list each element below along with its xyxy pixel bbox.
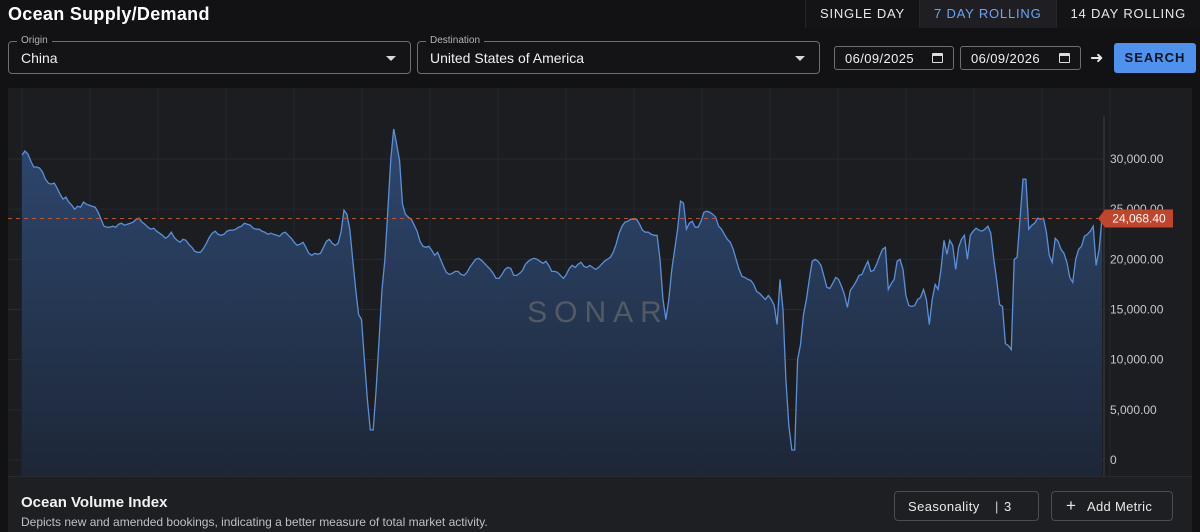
ocean-volume-chart[interactable]: SONAR 30,000.00 25,000.00 20,000.00 15,000.… bbox=[8, 88, 1192, 476]
start-date-input[interactable]: 06/09/2025 bbox=[834, 46, 954, 70]
y-tick-label: 10,000.00 bbox=[1110, 353, 1164, 367]
rolling-mode-tabs: SINGLE DAY 7 DAY ROLLING 14 DAY ROLLING bbox=[804, 0, 1200, 28]
start-date-value: 06/09/2025 bbox=[845, 51, 915, 66]
origin-select[interactable]: Origin China bbox=[8, 34, 411, 74]
y-tick-label: 15,000.00 bbox=[1110, 303, 1164, 317]
search-button[interactable]: SEARCH bbox=[1114, 43, 1196, 73]
y-tick-label: 5,000.00 bbox=[1110, 403, 1157, 417]
plus-icon: + bbox=[1066, 496, 1076, 515]
sonar-watermark: SONAR bbox=[527, 296, 669, 329]
destination-select[interactable]: Destination United States of America bbox=[417, 34, 820, 74]
y-tick-label: 30,000.00 bbox=[1110, 152, 1164, 166]
end-date-value: 06/09/2026 bbox=[971, 51, 1041, 66]
y-axis-ticks: 30,000.0025,000.0020,000.0015,000.0010,0… bbox=[1110, 152, 1164, 467]
header-bar: Ocean Supply/Demand SINGLE DAY 7 DAY ROL… bbox=[0, 0, 1200, 30]
metric-title: Ocean Volume Index bbox=[21, 494, 168, 511]
tab-7-day-rolling[interactable]: 7 DAY ROLLING bbox=[919, 0, 1056, 28]
page-title: Ocean Supply/Demand bbox=[8, 4, 210, 24]
origin-label: Origin bbox=[17, 34, 52, 48]
seasonality-value: 3 bbox=[1004, 499, 1012, 514]
chevron-down-icon bbox=[795, 56, 805, 61]
chart-svg[interactable]: SONAR 30,000.0025,000.0020,000.0015,000.… bbox=[8, 88, 1192, 476]
add-metric-label: Add Metric bbox=[1087, 499, 1153, 514]
tab-single-day[interactable]: SINGLE DAY bbox=[804, 0, 920, 28]
seasonality-label: Seasonality bbox=[908, 499, 980, 514]
tab-14-day-rolling[interactable]: 14 DAY ROLLING bbox=[1055, 0, 1200, 28]
calendar-icon[interactable] bbox=[1059, 53, 1070, 63]
current-value-label: 24,068.40 bbox=[1112, 212, 1166, 226]
seasonality-button[interactable]: Seasonality | 3 bbox=[894, 491, 1039, 521]
seasonality-separator: | bbox=[995, 499, 999, 514]
destination-value: United States of America bbox=[430, 50, 585, 66]
metric-card: Ocean Volume Index Depicts new and amend… bbox=[8, 476, 1192, 532]
origin-value: China bbox=[21, 50, 58, 66]
current-value-badge: 24,068.40 bbox=[1098, 209, 1173, 228]
arrow-right-icon: ➜ bbox=[1090, 50, 1104, 67]
y-tick-label: 20,000.00 bbox=[1110, 252, 1164, 266]
y-tick-label: 0 bbox=[1110, 453, 1117, 467]
end-date-input[interactable]: 06/09/2026 bbox=[960, 46, 1081, 70]
chevron-down-icon bbox=[386, 56, 396, 61]
destination-label: Destination bbox=[426, 34, 485, 48]
add-metric-button[interactable]: + Add Metric bbox=[1051, 491, 1173, 521]
calendar-icon[interactable] bbox=[932, 53, 943, 63]
metric-description: Depicts new and amended bookings, indica… bbox=[21, 515, 488, 529]
